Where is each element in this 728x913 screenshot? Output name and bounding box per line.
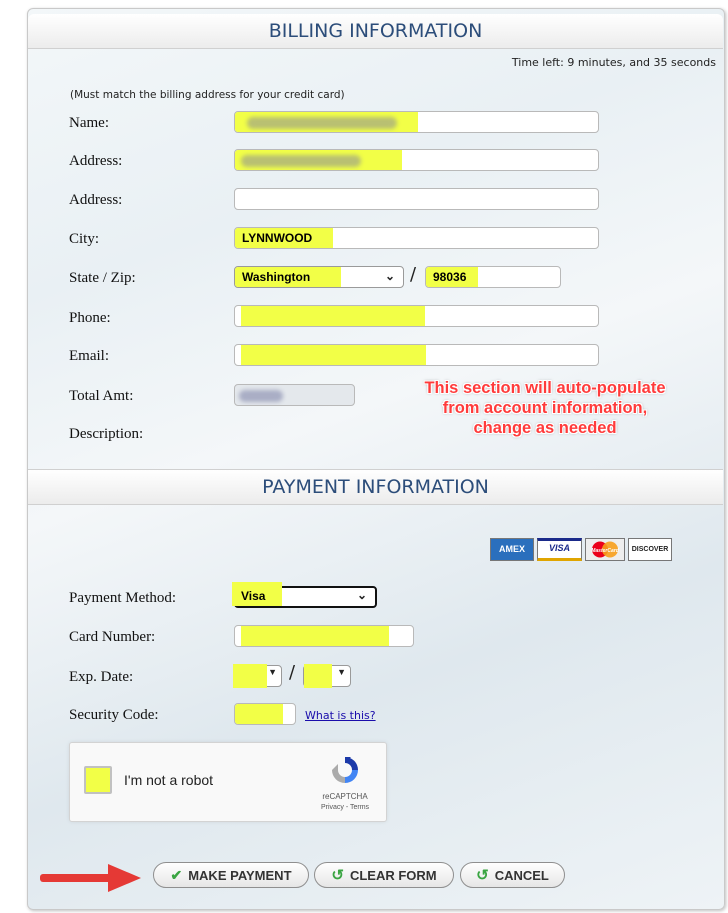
annotation-line-3: change as needed — [473, 419, 617, 437]
svg-text:MasterCard: MasterCard — [591, 548, 619, 554]
chevron-down-icon: ⌄ — [356, 588, 367, 602]
recaptcha-checkbox[interactable] — [84, 766, 112, 794]
payment-header-title: PAYMENT INFORMATION — [262, 476, 489, 498]
visa-logo-icon: VISA — [537, 538, 582, 561]
clear-form-button[interactable]: ↺ CLEAR FORM — [314, 862, 454, 888]
check-icon: ✔ — [170, 866, 183, 883]
card-number-label: Card Number: — [69, 629, 156, 645]
recaptcha-privacy-terms[interactable]: Privacy - Terms — [308, 804, 382, 811]
exp-date-label: Exp. Date: — [69, 669, 134, 685]
name-label: Name: — [69, 115, 109, 131]
payment-method-label: Payment Method: — [69, 590, 177, 606]
amex-logo-icon: AMEX — [490, 538, 534, 561]
recaptcha-logo-icon — [332, 757, 358, 783]
annotation-line-2: from account information, — [442, 399, 648, 417]
make-payment-label: MAKE PAYMENT — [188, 867, 292, 883]
phone-label: Phone: — [69, 310, 111, 326]
state-zip-separator: / — [410, 264, 417, 285]
address-line2-label: Address: — [69, 192, 123, 208]
state-zip-label: State / Zip: — [69, 270, 136, 286]
annotation-line-1: This section will auto-populate — [424, 379, 666, 397]
make-payment-button[interactable]: ✔ MAKE PAYMENT — [153, 862, 309, 888]
zip-field[interactable]: 98036 — [425, 266, 561, 288]
exp-date-separator: / — [289, 662, 296, 683]
billing-header-title: BILLING INFORMATION — [268, 20, 483, 42]
billing-section-header: BILLING INFORMATION — [28, 14, 723, 49]
payment-method-value: Visa — [241, 589, 266, 603]
total-amount-label: Total Amt: — [69, 388, 134, 404]
address-line2-field[interactable] — [234, 188, 599, 210]
state-select[interactable]: Washington ⌄ — [234, 266, 404, 288]
city-field[interactable]: LYNNWOOD — [234, 227, 599, 249]
chevron-down-icon: ▼ — [337, 667, 346, 677]
card-number-field[interactable] — [234, 625, 414, 647]
reset-icon: ↺ — [331, 867, 344, 884]
payment-section-header: PAYMENT INFORMATION — [28, 469, 723, 505]
exp-month-select[interactable]: ▼ — [233, 664, 282, 688]
exp-year-select[interactable]: ▼ — [303, 664, 351, 688]
email-label: Email: — [69, 348, 109, 364]
recaptcha-label: I'm not a robot — [124, 772, 214, 788]
phone-field[interactable] — [234, 305, 599, 327]
address-line1-field[interactable] — [234, 149, 599, 171]
email-field[interactable] — [234, 344, 599, 366]
description-label: Description: — [69, 426, 144, 442]
name-field[interactable] — [234, 111, 599, 133]
total-amount-field — [234, 384, 355, 406]
chevron-down-icon: ▼ — [268, 667, 277, 677]
payment-method-select[interactable]: Visa ⌄ — [232, 582, 377, 608]
address-line1-label: Address: — [69, 153, 123, 169]
what-is-this-link[interactable]: What is this? — [305, 709, 376, 722]
city-value: LYNNWOOD — [242, 231, 313, 245]
zip-value: 98036 — [433, 270, 467, 284]
chevron-down-icon: ⌄ — [384, 269, 395, 283]
undo-icon: ↺ — [476, 867, 489, 884]
cancel-button[interactable]: ↺ CANCEL — [460, 862, 565, 888]
cancel-label: CANCEL — [494, 867, 549, 883]
security-code-field[interactable] — [234, 703, 296, 725]
clear-form-label: CLEAR FORM — [349, 867, 437, 883]
security-code-label: Security Code: — [69, 707, 159, 723]
state-value: Washington — [242, 270, 311, 284]
arrow-right-icon — [40, 864, 141, 892]
billing-address-note: (Must match the billing address for your… — [70, 89, 345, 101]
recaptcha-brand: reCAPTCHA — [322, 792, 368, 801]
recaptcha-widget: I'm not a robot reCAPTCHA Privacy - Term… — [69, 742, 387, 822]
time-left-countdown: Time left: 9 minutes, and 35 seconds — [511, 56, 716, 69]
discover-logo-icon: DISCOVER — [628, 538, 672, 561]
city-label: City: — [69, 231, 100, 247]
mastercard-circles-icon: MasterCard — [591, 541, 620, 558]
auto-populate-annotation: This section will auto-populate from acc… — [390, 378, 700, 438]
mastercard-logo-icon: MasterCard — [585, 538, 625, 561]
